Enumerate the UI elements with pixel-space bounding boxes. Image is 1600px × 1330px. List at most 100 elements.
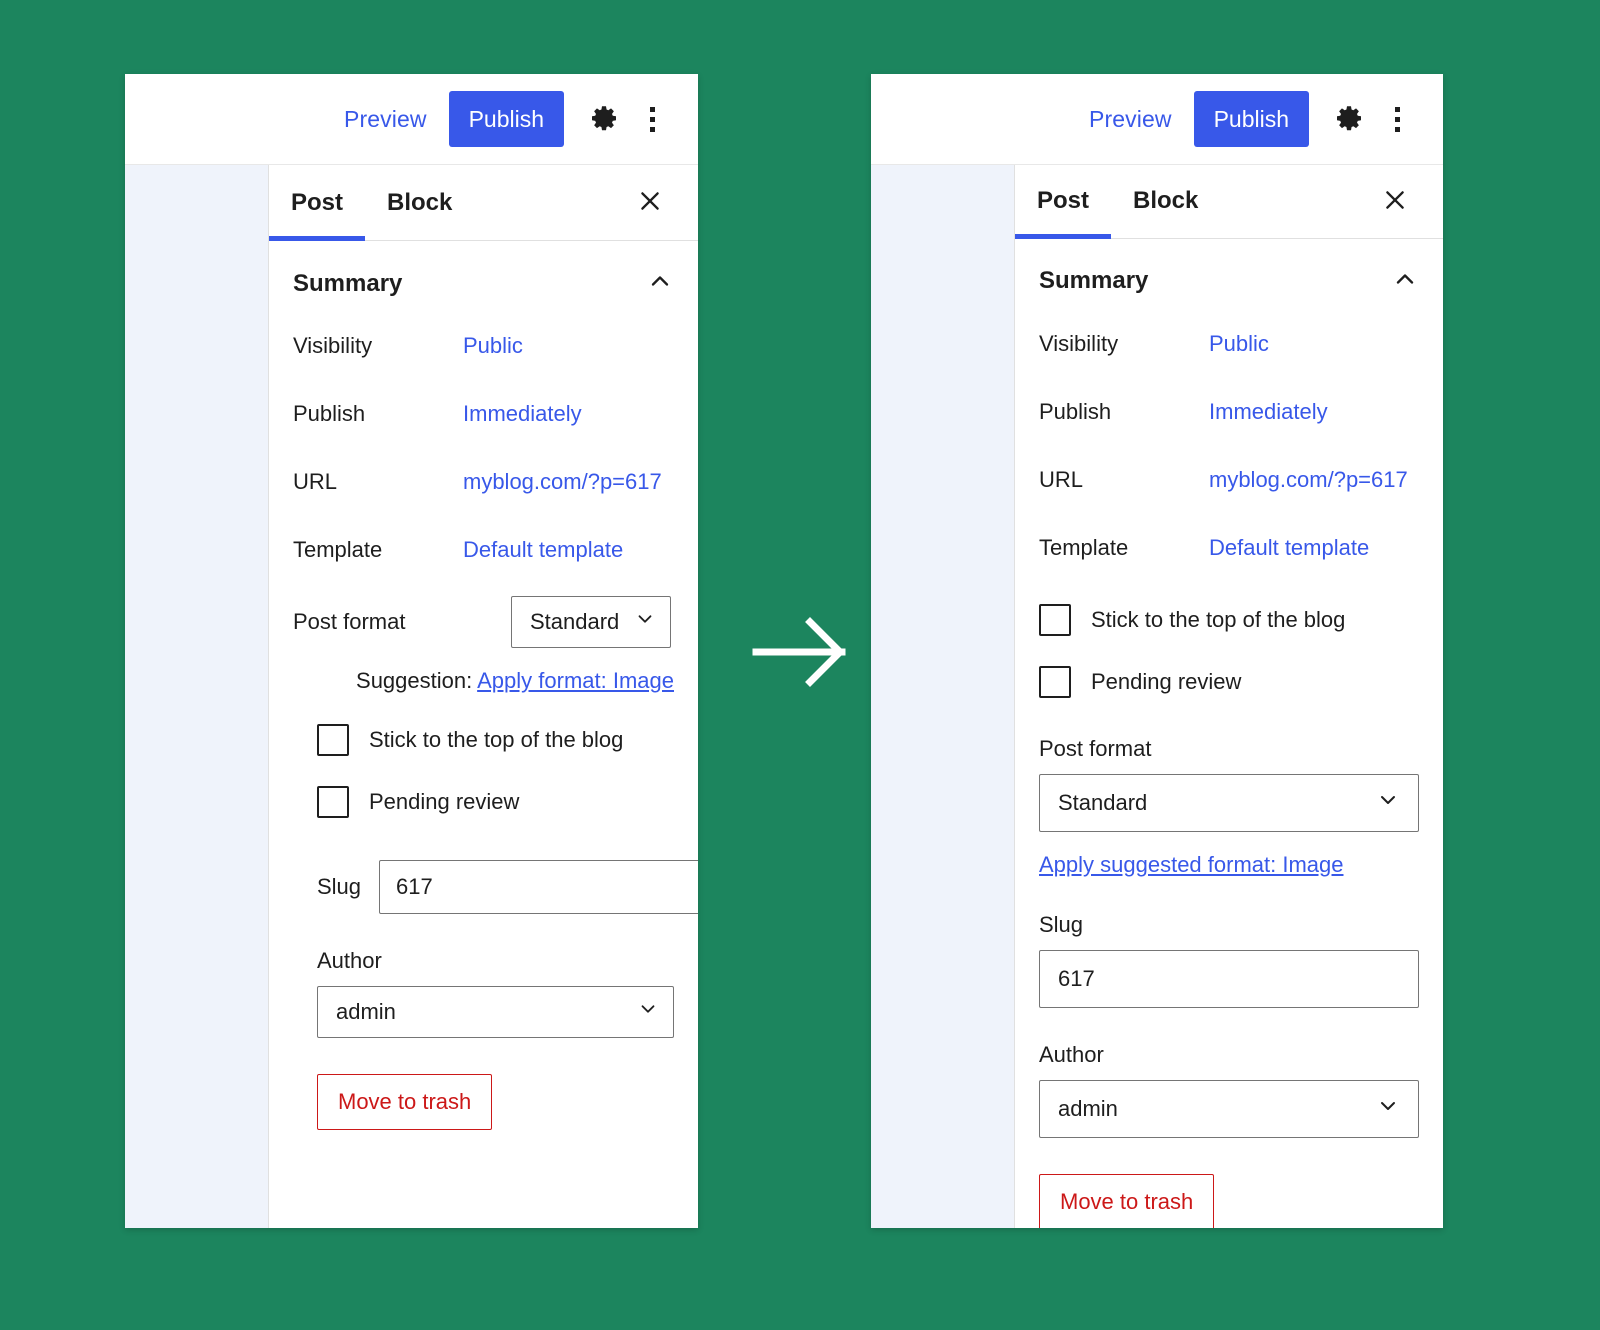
close-icon — [1382, 187, 1408, 216]
row-publish: Publish Immediately — [1039, 386, 1419, 438]
slug-input[interactable] — [1039, 949, 1419, 1008]
pending-review-label: Pending review — [1091, 668, 1242, 694]
chevron-up-icon[interactable] — [646, 267, 674, 300]
template-value[interactable]: Default template — [463, 537, 623, 563]
more-options-button[interactable] — [628, 95, 676, 143]
editor-toolbar-after: Preview Publish — [871, 74, 1443, 165]
panel-after: Preview Publish Post Block Summary Visib… — [871, 74, 1443, 1228]
visibility-value[interactable]: Public — [1209, 331, 1269, 357]
post-format-value: Standard — [1058, 789, 1148, 815]
row-template: Template Default template — [1039, 522, 1419, 574]
tab-block[interactable]: Block — [365, 165, 474, 240]
sidebar-tabs-after: Post Block — [1015, 165, 1443, 239]
apply-format-link[interactable]: Apply format: Image — [477, 668, 674, 693]
settings-button[interactable] — [580, 95, 628, 143]
format-suggestion-before: Suggestion: Apply format: Image — [293, 668, 674, 694]
editor-canvas-rail-after — [871, 165, 1015, 1228]
preview-button[interactable]: Preview — [334, 100, 437, 139]
post-format-label: Post format — [1039, 735, 1152, 761]
move-to-trash-wrap: Move to trash — [1039, 1173, 1419, 1228]
close-icon — [637, 188, 663, 217]
more-options-button[interactable] — [1373, 95, 1421, 143]
editor-toolbar-before: Preview Publish — [125, 74, 698, 165]
visibility-label: Visibility — [293, 333, 373, 358]
move-to-trash-wrap: Move to trash — [293, 1074, 674, 1130]
slug-label: Slug — [317, 874, 362, 899]
author-value: admin — [1058, 1095, 1118, 1121]
sticky-checkbox[interactable] — [1039, 603, 1071, 636]
post-format-value: Standard — [530, 609, 620, 634]
summary-title: Summary — [293, 269, 403, 297]
post-format-select[interactable]: Standard — [1039, 773, 1419, 832]
publish-button[interactable]: Publish — [448, 91, 564, 147]
publish-value[interactable]: Immediately — [1209, 399, 1328, 425]
url-value[interactable]: myblog.com/?p=617 — [463, 469, 662, 495]
editor-canvas-rail-before — [125, 165, 269, 1228]
visibility-value[interactable]: Public — [463, 333, 523, 359]
publish-value[interactable]: Immediately — [463, 401, 582, 427]
tab-post[interactable]: Post — [1015, 165, 1112, 239]
slug-input[interactable] — [379, 860, 698, 914]
publish-button[interactable]: Publish — [1193, 91, 1309, 147]
template-label: Template — [1039, 534, 1129, 560]
close-sidebar-button[interactable] — [626, 179, 674, 227]
kebab-menu-icon — [1394, 106, 1400, 132]
url-label: URL — [293, 469, 338, 494]
slug-label: Slug — [1039, 911, 1084, 937]
close-sidebar-button[interactable] — [1371, 177, 1419, 225]
author-label: Author — [1039, 1041, 1104, 1067]
chevron-down-icon — [1376, 788, 1400, 818]
apply-suggested-format-link[interactable]: Apply suggested format: Image — [1039, 852, 1344, 878]
post-format-label: Post format — [293, 609, 406, 634]
panel-body-before: Post Block Summary Visibility Public Pub… — [125, 165, 698, 1228]
summary-content-before: Visibility Public Publish Immediately UR… — [269, 320, 698, 1158]
url-value[interactable]: myblog.com/?p=617 — [1209, 467, 1408, 493]
gear-icon — [1334, 104, 1364, 134]
chevron-down-icon — [1376, 1094, 1400, 1124]
screenshot-stage: Preview Publish Post Block Summary Visib… — [0, 0, 1600, 1330]
post-format-select[interactable]: Standard — [511, 596, 671, 648]
sticky-label: Stick to the top of the blog — [1091, 606, 1346, 632]
pending-review-checkbox[interactable] — [317, 786, 349, 818]
url-label: URL — [1039, 466, 1084, 492]
publish-label: Publish — [1039, 398, 1112, 424]
kebab-menu-icon — [649, 106, 655, 132]
author-select-wrap: admin — [293, 986, 674, 1038]
chevron-up-icon[interactable] — [1391, 265, 1419, 298]
suggestion-prefix: Suggestion: — [356, 668, 478, 693]
row-template: Template Default template — [293, 524, 674, 576]
move-to-trash-button[interactable]: Move to trash — [1039, 1173, 1215, 1228]
chevron-down-icon — [634, 608, 656, 636]
preview-button[interactable]: Preview — [1079, 100, 1182, 139]
panel-before: Preview Publish Post Block Summary Visib… — [125, 74, 698, 1228]
template-label: Template — [293, 537, 383, 562]
gear-icon — [589, 104, 619, 134]
move-to-trash-button[interactable]: Move to trash — [317, 1074, 493, 1130]
settings-button[interactable] — [1325, 95, 1373, 143]
author-value: admin — [336, 999, 396, 1024]
row-post-format-before: Post format Standard — [293, 596, 674, 648]
arrow-right-icon — [742, 617, 858, 696]
template-value[interactable]: Default template — [1209, 535, 1369, 561]
sticky-checkbox[interactable] — [317, 724, 349, 756]
row-slug-before: Slug — [293, 860, 698, 914]
row-url: URL myblog.com/?p=617 — [293, 456, 674, 508]
settings-sidebar-after: Post Block Summary Visibility Public Pub… — [1015, 165, 1443, 1228]
transition-arrow — [742, 612, 858, 697]
author-label: Author — [317, 948, 382, 973]
checkbox-row-sticky-before[interactable]: Stick to the top of the blog — [293, 724, 674, 756]
checkbox-row-sticky-after[interactable]: Stick to the top of the blog — [1039, 603, 1419, 636]
pending-review-label: Pending review — [369, 789, 520, 814]
checkbox-row-pending-before[interactable]: Pending review — [293, 786, 674, 818]
author-select[interactable]: admin — [1039, 1079, 1419, 1138]
checkbox-row-pending-after[interactable]: Pending review — [1039, 665, 1419, 698]
tab-block[interactable]: Block — [1111, 165, 1220, 238]
summary-content-after: Visibility Public Publish Immediately UR… — [1015, 318, 1443, 1228]
tab-post[interactable]: Post — [269, 165, 366, 241]
author-select[interactable]: admin — [317, 986, 674, 1038]
panel-body-after: Post Block Summary Visibility Public Pub… — [871, 165, 1443, 1228]
summary-section-header-after[interactable]: Summary — [1015, 239, 1443, 318]
pending-review-checkbox[interactable] — [1039, 665, 1071, 698]
row-visibility: Visibility Public — [293, 320, 674, 372]
summary-section-header-before[interactable]: Summary — [269, 241, 698, 320]
